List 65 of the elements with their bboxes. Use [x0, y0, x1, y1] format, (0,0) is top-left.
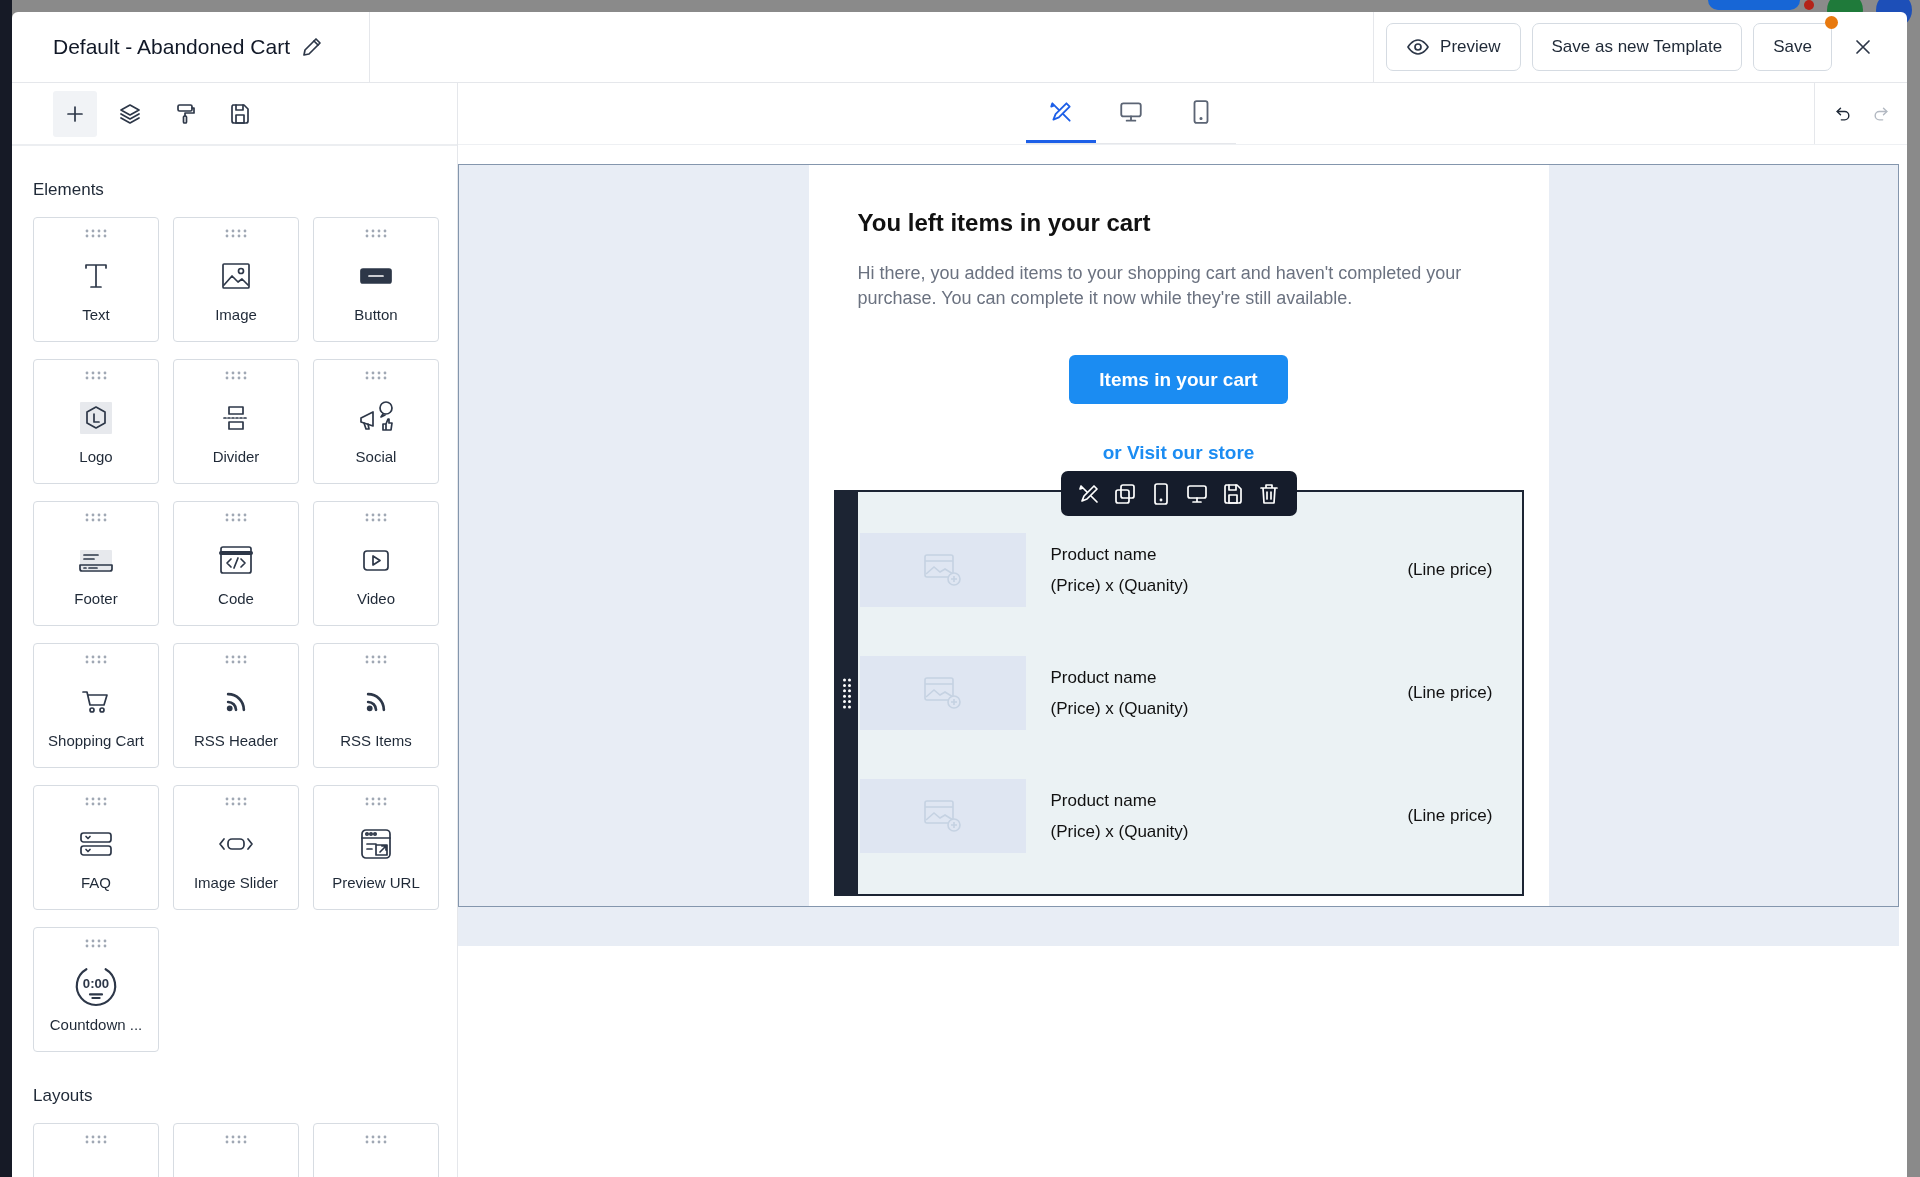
product-name: Product name [1050, 790, 1158, 811]
drag-handle-icon[interactable] [365, 1135, 387, 1144]
element-card[interactable]: FAQ [33, 785, 159, 910]
drag-handle-icon[interactable] [85, 797, 107, 806]
element-card[interactable]: Social [313, 359, 439, 484]
image-placeholder-icon [922, 553, 963, 587]
plus-tab[interactable] [53, 90, 97, 137]
drag-handle-icon[interactable] [85, 655, 107, 664]
drag-handle-icon[interactable] [225, 1135, 247, 1144]
block-handle-bar[interactable] [835, 492, 858, 894]
element-card[interactable]: Image [173, 217, 299, 342]
drag-handle-icon[interactable] [225, 229, 247, 238]
notification-dot [1804, 0, 1814, 10]
rss-icon [225, 691, 247, 713]
drag-handle-icon[interactable] [225, 655, 247, 664]
element-card[interactable]: RSS Items [313, 643, 439, 768]
element-card[interactable]: Text [33, 217, 159, 342]
section-heading: Layouts [33, 1086, 94, 1106]
element-card[interactable]: Footer [33, 501, 159, 626]
element-card[interactable]: 0:00 Countdown ... [33, 927, 159, 1052]
drag-handle-icon[interactable] [365, 797, 387, 806]
drag-handle-icon[interactable] [85, 1135, 107, 1144]
drag-handle-icon[interactable] [841, 676, 852, 710]
section-heading: Elements [33, 180, 105, 200]
element-card[interactable]: Logo [33, 359, 159, 484]
drag-handle-icon[interactable] [365, 229, 387, 238]
email-heading: You left items in your cart [857, 209, 1152, 237]
price-quantity: (Price) x (Quanity) [1050, 575, 1190, 596]
drag-handle-icon[interactable] [85, 513, 107, 522]
element-card[interactable]: Video [313, 501, 439, 626]
element-card[interactable]: Image Slider [173, 785, 299, 910]
drag-handle-icon[interactable] [85, 939, 107, 948]
drag-handle-icon[interactable] [85, 371, 107, 380]
line-price: (Line price) [1407, 806, 1493, 826]
image-placeholder-icon [922, 799, 963, 833]
cart-block[interactable]: Product name (Price) x (Quanity) (Line price) Product name (Price) x (Quanity) (Line price) Product name (Price) x (Quanity) (Line price) [833, 490, 1524, 896]
price-quantity: (Price) x (Quanity) [1050, 821, 1190, 842]
product-name: Product name [1050, 544, 1158, 565]
image-placeholder-icon [922, 676, 963, 710]
drag-handle-icon[interactable] [365, 513, 387, 522]
save-button[interactable]: Save [1753, 23, 1832, 71]
pencil-icon[interactable] [300, 35, 324, 59]
element-card[interactable]: Code [173, 501, 299, 626]
drag-handle-icon[interactable] [85, 229, 107, 238]
drag-handle-icon[interactable] [225, 513, 247, 522]
element-card[interactable]: Button [313, 217, 439, 342]
drag-handle-icon[interactable] [365, 655, 387, 664]
element-card[interactable]: RSS Header [173, 643, 299, 768]
email-paragraph: Hi there, you added items to your shopping cart and haven't completed your purchase. You can complete it now while they're still available. [857, 262, 1463, 310]
drag-handle-icon[interactable] [365, 371, 387, 380]
element-card[interactable]: Shopping Cart [33, 643, 159, 768]
product-name: Product name [1050, 667, 1158, 688]
drag-handle-icon[interactable] [225, 797, 247, 806]
copy-icon[interactable] [1112, 481, 1137, 506]
rss-icon [365, 691, 387, 713]
element-card[interactable]: Divider [173, 359, 299, 484]
preview-button[interactable]: Preview [1386, 23, 1521, 71]
element-card[interactable]: Preview URL [313, 785, 439, 910]
line-price: (Line price) [1407, 560, 1493, 580]
template-title: Default - Abandoned Cart [53, 35, 290, 59]
save-template-button[interactable]: Save as new Template [1531, 23, 1743, 71]
price-quantity: (Price) x (Quanity) [1050, 698, 1190, 719]
layers-icon [118, 101, 142, 126]
line-price: (Line price) [1407, 683, 1493, 703]
drag-handle-icon[interactable] [225, 371, 247, 380]
